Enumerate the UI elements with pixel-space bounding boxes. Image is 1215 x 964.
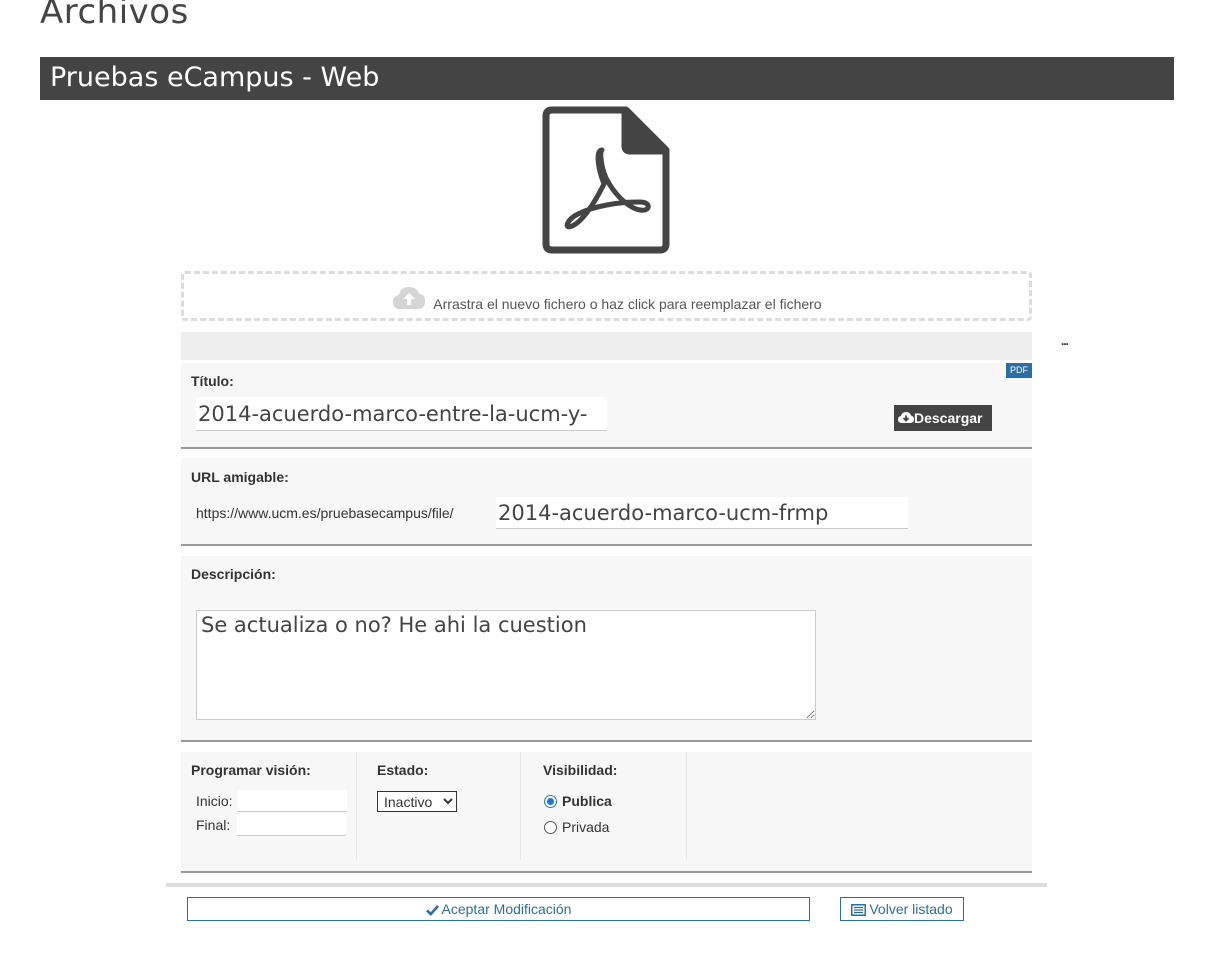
dropzone-hint: Arrastra el nuevo fichero o haz click pa… — [433, 296, 822, 312]
url-slug-input[interactable] — [496, 497, 908, 529]
url-panel: URL amigable: https://www.ucm.es/pruebas… — [181, 458, 1032, 546]
accept-changes-button[interactable]: Aceptar Modificación — [187, 897, 810, 921]
visibility-label: Visibilidad: — [543, 762, 618, 778]
form-divider — [166, 883, 1047, 887]
url-prefix: https://www.ucm.es/pruebasecampus/file/ — [196, 505, 454, 521]
status-select[interactable]: Inactivo — [377, 791, 457, 812]
title-panel: PDF Título: Descargar — [181, 363, 1032, 449]
end-date-input[interactable] — [237, 814, 346, 836]
title-input[interactable] — [196, 397, 607, 431]
visibility-option-label: Publica — [562, 793, 612, 809]
status-group: Estado: Inactivo — [357, 752, 521, 860]
end-label: Final: — [196, 817, 231, 833]
visibility-group: Visibilidad: Publica Privada — [521, 752, 687, 860]
options-panel: Programar visión: Inicio: Final: Estado:… — [181, 752, 1032, 873]
description-label: Descripción: — [191, 566, 276, 582]
start-date-input[interactable] — [238, 790, 347, 812]
page-title: Archivos — [40, 0, 189, 32]
status-label: Estado: — [377, 762, 429, 778]
download-button[interactable]: Descargar — [894, 405, 992, 431]
start-label: Inicio: — [196, 793, 233, 809]
description-panel: Descripción: Se actualiza o no? He ahi l… — [181, 556, 1032, 742]
file-type-badge: PDF — [1006, 363, 1032, 378]
description-textarea[interactable]: Se actualiza o no? He ahi la cuestion — [196, 610, 816, 720]
visibility-option-publica[interactable]: Publica — [544, 793, 612, 809]
site-header: Pruebas eCampus - Web — [40, 57, 1174, 100]
cloud-download-icon — [898, 412, 914, 423]
back-to-list-label: Volver listado — [869, 901, 953, 917]
file-toolbar-strip — [181, 332, 1032, 360]
radio-private[interactable] — [544, 820, 557, 834]
cloud-upload-icon — [393, 287, 426, 309]
download-label: Descargar — [914, 410, 983, 426]
radio-public[interactable] — [544, 794, 557, 808]
title-label: Título: — [191, 373, 234, 389]
check-icon — [425, 905, 439, 916]
list-icon — [851, 904, 867, 916]
back-to-list-button[interactable]: Volver listado — [840, 897, 964, 921]
url-label: URL amigable: — [191, 469, 289, 485]
visibility-option-label: Privada — [562, 819, 610, 835]
file-dropzone[interactable]: Arrastra el nuevo fichero o haz click pa… — [181, 271, 1032, 321]
accept-changes-label: Aceptar Modificación — [441, 901, 572, 917]
pdf-file-icon — [542, 106, 670, 254]
visibility-option-privada[interactable]: Privada — [544, 819, 609, 835]
schedule-group: Programar visión: Inicio: Final: — [181, 752, 357, 860]
more-options-button[interactable]: ... — [1061, 334, 1069, 348]
schedule-label: Programar visión: — [191, 762, 311, 778]
